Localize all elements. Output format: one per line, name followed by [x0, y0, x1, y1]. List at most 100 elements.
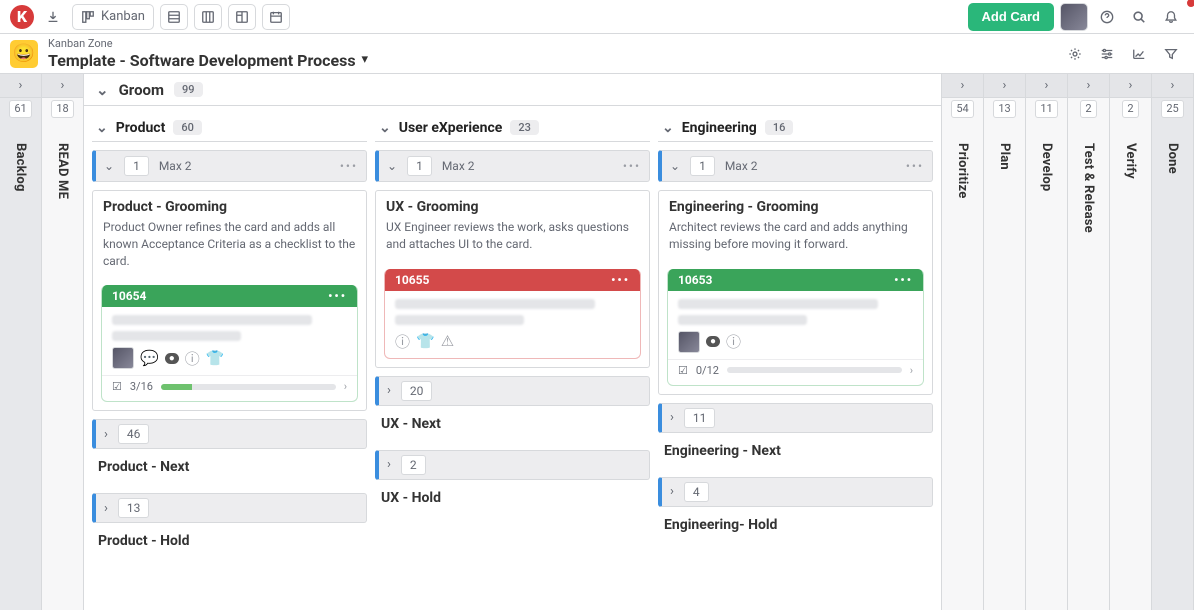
- collapse-icon[interactable]: ⌄: [96, 81, 109, 99]
- wip-header[interactable]: ⌄1Max 2•••: [375, 150, 650, 182]
- collapsed-count: 54: [951, 100, 973, 118]
- sub-section: ›20UX - Next: [375, 376, 650, 442]
- filter-sliders-icon[interactable]: [1094, 41, 1120, 67]
- expand-arrow-icon[interactable]: ›: [1152, 74, 1193, 98]
- expand-icon[interactable]: ›: [104, 427, 108, 442]
- collapsed-column-develop[interactable]: ›11Develop: [1026, 74, 1068, 610]
- collapsed-column-readme[interactable]: › 18 READ ME: [42, 74, 84, 610]
- task-card[interactable]: 10653•••●ⓘ☑0/12›: [667, 269, 924, 386]
- topbar-left: Kanban: [10, 4, 290, 30]
- task-more-icon[interactable]: •••: [611, 273, 630, 287]
- sub-section-header[interactable]: › 46: [92, 419, 367, 449]
- collapse-icon[interactable]: ⌄: [387, 159, 397, 173]
- lane-header[interactable]: ⌄Engineering16: [658, 114, 933, 142]
- sub-section-header[interactable]: ›20: [375, 376, 650, 406]
- title-dropdown-icon[interactable]: ▾: [362, 52, 369, 68]
- expand-arrow-icon[interactable]: ›: [42, 74, 83, 98]
- collapsed-count: 2: [1122, 100, 1138, 118]
- lanes: ⌄Product60⌄1Max 2•••Product - GroomingPr…: [84, 106, 941, 610]
- task-more-icon[interactable]: •••: [328, 289, 347, 303]
- expand-arrow-icon[interactable]: ›: [1110, 74, 1151, 98]
- collapsed-column-backlog[interactable]: › 61 Backlog: [0, 74, 42, 610]
- collapsed-column-done[interactable]: ›25Done: [1152, 74, 1194, 610]
- collapsed-column-prioritize[interactable]: ›54Prioritize: [942, 74, 984, 610]
- expand-arrow-icon[interactable]: ›: [0, 74, 41, 98]
- lane-title: Engineering: [682, 120, 757, 136]
- chat-icon[interactable]: 💬: [140, 349, 159, 367]
- search-icon[interactable]: [1126, 4, 1152, 30]
- task-card[interactable]: 10655•••ⓘ👕⚠: [384, 269, 641, 359]
- topbar-right: Add Card: [968, 3, 1185, 31]
- link-badge[interactable]: ●: [706, 336, 720, 347]
- task-card[interactable]: 10654•••💬●ⓘ👕☑3/16›: [101, 285, 358, 402]
- board-emoji-icon[interactable]: 😀: [10, 40, 38, 68]
- sub-section-count: 11: [684, 408, 716, 428]
- view-split-icon[interactable]: [228, 4, 256, 30]
- more-menu-icon[interactable]: •••: [906, 159, 924, 173]
- task-title-placeholder: [678, 315, 807, 325]
- view-mode-kanban[interactable]: Kanban: [72, 4, 154, 30]
- expand-icon[interactable]: ›: [387, 383, 391, 398]
- task-title-placeholder: [112, 315, 312, 325]
- view-calendar-icon[interactable]: [262, 4, 290, 30]
- page-title[interactable]: Template - Software Development Process: [48, 51, 356, 70]
- expand-icon[interactable]: ›: [670, 410, 674, 425]
- assignee-avatar[interactable]: [112, 347, 134, 369]
- sub-section-header[interactable]: ›13: [92, 493, 367, 523]
- collapsed-column-plan[interactable]: ›13Plan: [984, 74, 1026, 610]
- task-more-icon[interactable]: •••: [894, 273, 913, 287]
- app-logo[interactable]: [10, 5, 34, 29]
- notifications-icon[interactable]: [1158, 4, 1184, 30]
- expand-arrow-icon[interactable]: ›: [1068, 74, 1109, 98]
- view-list-icon[interactable]: [160, 4, 188, 30]
- wip-current: 1: [124, 156, 149, 176]
- more-menu-icon[interactable]: •••: [623, 159, 641, 173]
- collapse-icon[interactable]: ⌄: [96, 120, 108, 136]
- expand-icon[interactable]: ›: [104, 501, 108, 516]
- add-card-button[interactable]: Add Card: [968, 3, 1055, 31]
- user-avatar[interactable]: [1060, 3, 1088, 31]
- sub-section-header[interactable]: › 11: [658, 403, 933, 433]
- collapse-icon[interactable]: ⌄: [379, 120, 391, 136]
- attachment-icon[interactable]: ●: [165, 353, 179, 364]
- settings-gear-icon[interactable]: [1062, 41, 1088, 67]
- lane-header[interactable]: ⌄User eXperience23: [375, 114, 650, 142]
- sub-section-header[interactable]: ›4: [658, 477, 933, 507]
- info-icon[interactable]: ⓘ: [726, 331, 741, 352]
- help-icon[interactable]: [1094, 4, 1120, 30]
- download-icon[interactable]: [40, 4, 66, 30]
- collapsed-column-test-release[interactable]: ›2Test & Release: [1068, 74, 1110, 610]
- sub-section: ›4Engineering- Hold: [658, 477, 933, 543]
- sub-section-count: 46: [118, 424, 150, 444]
- expand-arrow-icon[interactable]: ›: [942, 74, 983, 98]
- expand-arrow-icon[interactable]: ›: [1026, 74, 1067, 98]
- lane-header[interactable]: ⌄Product60: [92, 114, 367, 142]
- view-columns-icon[interactable]: [194, 4, 222, 30]
- task-header: 10653•••: [668, 269, 923, 291]
- info-icon[interactable]: ⓘ: [185, 348, 200, 369]
- collapse-icon[interactable]: ⌄: [662, 120, 674, 136]
- expand-icon[interactable]: ›: [344, 380, 347, 393]
- warning-icon[interactable]: ⚠: [441, 332, 454, 350]
- collapsed-column-verify[interactable]: ›2Verify: [1110, 74, 1152, 610]
- wip-header[interactable]: ⌄1Max 2•••: [92, 150, 367, 182]
- expand-arrow-icon[interactable]: ›: [984, 74, 1025, 98]
- main-column-groom: ⌄ Groom 99 ⌄Product60⌄1Max 2•••Product -…: [84, 74, 942, 610]
- expand-icon[interactable]: ›: [387, 457, 391, 472]
- info-icon[interactable]: ⓘ: [395, 331, 410, 352]
- sub-section-header[interactable]: ›2: [375, 450, 650, 480]
- chart-line-icon[interactable]: [1126, 41, 1152, 67]
- expand-icon[interactable]: ›: [910, 364, 913, 377]
- shirt-size-icon[interactable]: 👕: [206, 349, 225, 367]
- main-column-header[interactable]: ⌄ Groom 99: [84, 74, 941, 106]
- collapse-icon[interactable]: ⌄: [670, 159, 680, 173]
- more-menu-icon[interactable]: •••: [340, 159, 358, 173]
- collapsed-count: 18: [51, 100, 73, 118]
- assignee-avatar[interactable]: [678, 331, 700, 353]
- funnel-filter-icon[interactable]: [1158, 41, 1184, 67]
- collapse-icon[interactable]: ⌄: [104, 159, 114, 173]
- shirt-size-icon[interactable]: 👕: [416, 332, 435, 350]
- wip-header[interactable]: ⌄1Max 2•••: [658, 150, 933, 182]
- collapsed-count: 61: [9, 100, 31, 118]
- expand-icon[interactable]: ›: [670, 484, 674, 499]
